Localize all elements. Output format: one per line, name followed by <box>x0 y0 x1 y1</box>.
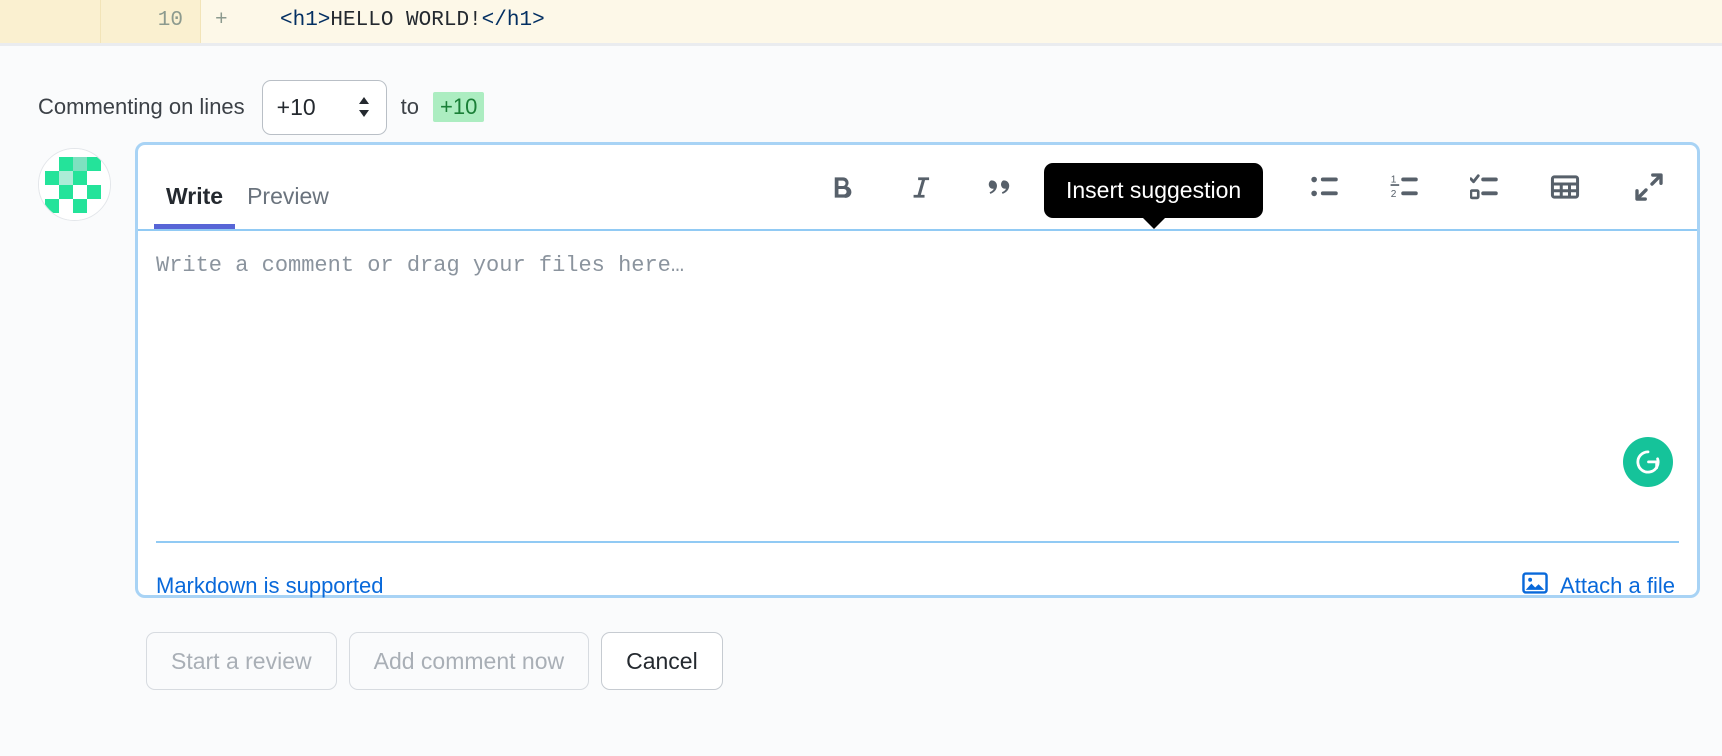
diff-line-row[interactable]: 10 + <h1>HELLO WORLD!</h1> <box>0 0 1722 43</box>
comment-box-footer: Markdown is supported Attach a file <box>138 543 1697 629</box>
comment-tabs: Write Preview <box>154 145 341 229</box>
italic-icon[interactable] <box>895 161 947 213</box>
attach-file-label: Attach a file <box>1560 573 1675 598</box>
to-word-label: to <box>400 94 420 119</box>
comment-box-header: Write Preview 1 2 <box>138 145 1697 229</box>
ordered-list-icon[interactable]: 1 2 <box>1379 161 1431 213</box>
grammarly-icon[interactable] <box>1623 437 1673 487</box>
start-line-value: +10 <box>276 93 316 120</box>
add-comment-now-button[interactable]: Add comment now <box>348 632 590 690</box>
chevron-updown-icon <box>356 95 372 119</box>
start-a-review-button[interactable]: Start a review <box>146 632 337 690</box>
bold-icon[interactable] <box>815 161 867 213</box>
tab-write[interactable]: Write <box>154 183 236 229</box>
unordered-list-icon[interactable] <box>1299 161 1351 213</box>
diff-add-marker: + <box>201 0 251 43</box>
diff-code-open-tag: <h1> <box>280 9 331 32</box>
cancel-button[interactable]: Cancel <box>601 632 723 690</box>
end-line-value: +10 <box>433 92 485 122</box>
table-icon[interactable] <box>1539 161 1591 213</box>
commenting-on-lines-bar: Commenting on lines +10 to +10 <box>0 46 1722 142</box>
diff-gutter-old-line <box>0 0 101 43</box>
image-attach-icon <box>1522 570 1548 602</box>
diff-code-close-tag: </h1> <box>481 9 545 32</box>
commenting-label: Commenting on lines <box>38 94 245 119</box>
tab-preview[interactable]: Preview <box>235 183 341 229</box>
diff-code-content: <h1>HELLO WORLD!</h1> <box>251 0 1722 43</box>
attach-file-button[interactable]: Attach a file <box>1522 570 1675 602</box>
diff-code-text: HELLO WORLD! <box>330 9 482 32</box>
comment-placeholder: Write a comment or drag your files here… <box>156 253 685 278</box>
quote-icon[interactable] <box>975 161 1027 213</box>
comment-form-area: Insert suggestion Commenting on lines +1… <box>0 46 1722 756</box>
task-list-icon[interactable] <box>1459 161 1511 213</box>
comment-box: Write Preview 1 2 Write a comment or dra… <box>135 142 1700 598</box>
start-line-select[interactable]: +10 <box>261 79 387 135</box>
svg-text:2: 2 <box>1391 189 1397 200</box>
diff-gutter-new-line[interactable]: 10 <box>101 0 201 43</box>
insert-suggestion-tooltip: Insert suggestion <box>1044 163 1264 229</box>
avatar[interactable] <box>38 148 111 221</box>
markdown-supported-link[interactable]: Markdown is supported <box>156 573 383 599</box>
expand-icon[interactable] <box>1623 161 1675 213</box>
comment-textarea-wrap[interactable]: Write a comment or drag your files here… <box>138 231 1697 541</box>
composer-row: Write Preview 1 2 Write a comment or dra… <box>0 142 1722 598</box>
svg-text:1: 1 <box>1391 175 1397 186</box>
